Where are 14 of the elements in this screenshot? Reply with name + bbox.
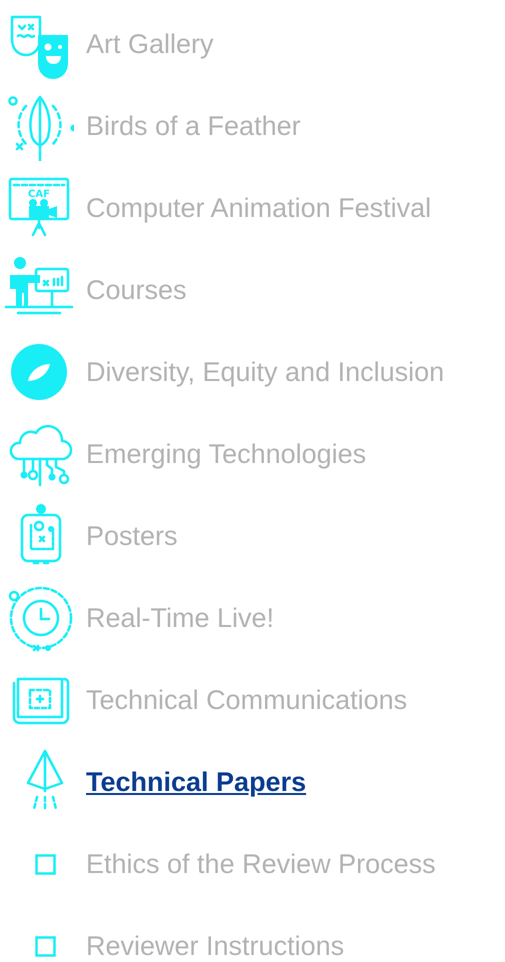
menu-link[interactable]: Ethics of the Review Process (86, 844, 436, 884)
menu-link[interactable]: Posters (86, 516, 178, 556)
menu-link[interactable]: Real-Time Live! (86, 598, 274, 638)
menu-link[interactable]: Reviewer Instructions (86, 926, 344, 962)
square-icon (35, 854, 56, 874)
menu-link[interactable]: Art Gallery (86, 24, 214, 64)
menu-link[interactable]: Technical Papers (86, 762, 306, 802)
menu-link[interactable]: Courses (86, 270, 187, 310)
menu-link[interactable]: Technical Communications (86, 680, 408, 720)
square-icon (35, 936, 56, 956)
menu-link[interactable]: Computer Animation Festival (86, 188, 432, 228)
menu-link[interactable]: Diversity, Equity and Inclusion (86, 352, 444, 392)
menu-link[interactable]: Birds of a Feather (86, 106, 301, 146)
menu-link[interactable]: Emerging Technologies (86, 434, 366, 474)
